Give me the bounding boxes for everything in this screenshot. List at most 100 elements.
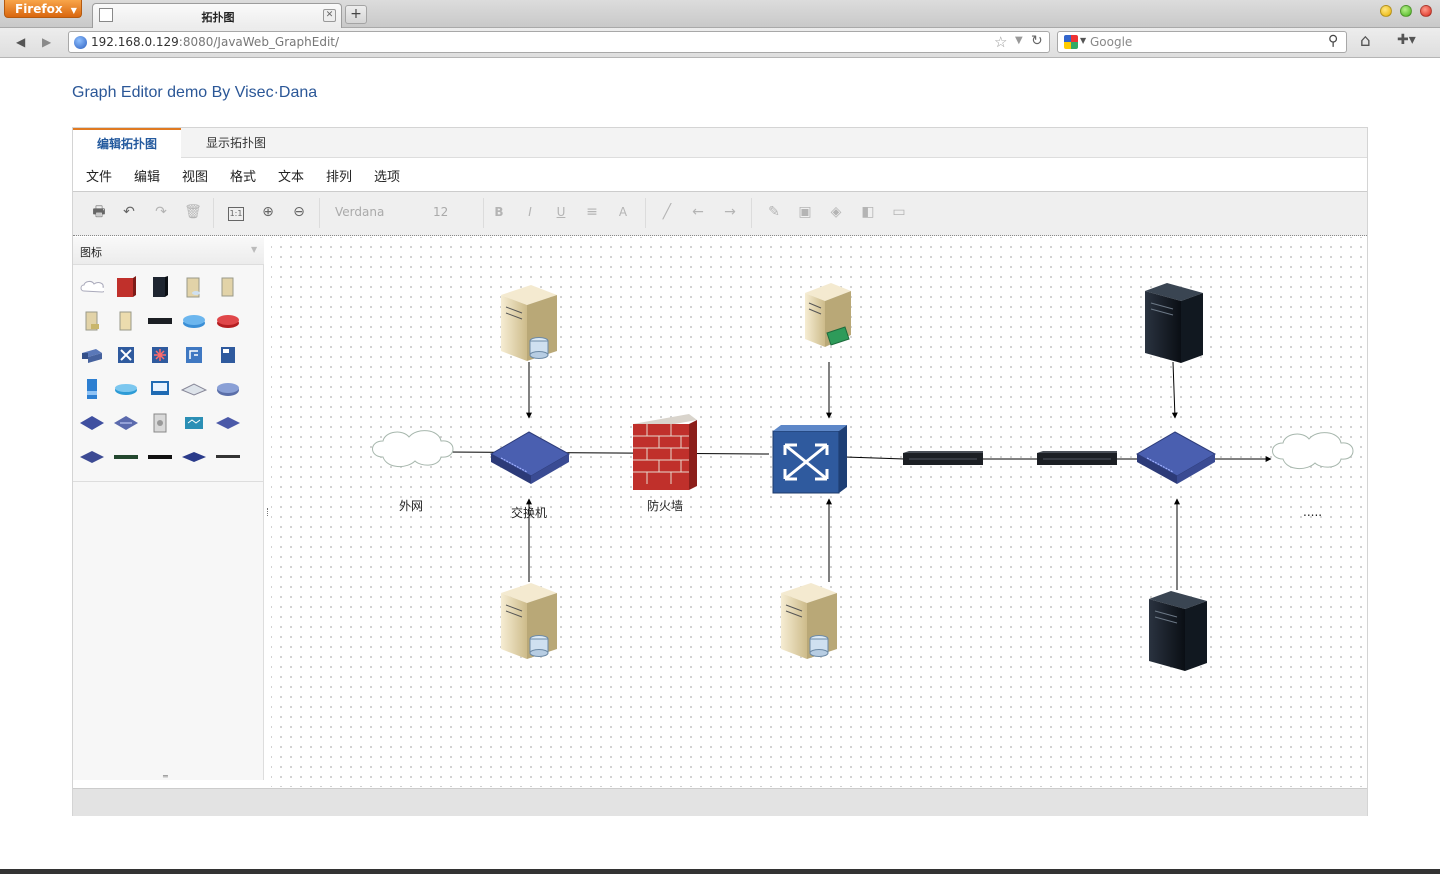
atm-switch-icon[interactable] xyxy=(112,341,140,369)
router-icon[interactable] xyxy=(180,307,208,335)
back-icon[interactable]: ◀ xyxy=(16,35,25,49)
red-router-icon[interactable] xyxy=(214,307,242,335)
diamond-hub-icon[interactable] xyxy=(112,409,140,437)
delete-icon[interactable]: 🗑 xyxy=(183,202,203,222)
database-server-icon[interactable] xyxy=(781,583,837,659)
tab-show-topology[interactable]: 显示拓扑图 xyxy=(181,128,291,158)
italic-button[interactable]: I xyxy=(520,202,540,222)
history-dropdown-icon[interactable]: ▼ xyxy=(1015,35,1023,46)
redo-icon[interactable]: ↷ xyxy=(151,202,171,222)
flat-switch-icon[interactable] xyxy=(180,375,208,403)
bridge-icon[interactable] xyxy=(214,341,242,369)
label-firewall[interactable]: 防火墙 xyxy=(647,497,683,514)
engine-dropdown-icon[interactable]: ▼ xyxy=(1080,36,1086,45)
web-server-icon[interactable] xyxy=(805,283,851,347)
google-engine-icon[interactable] xyxy=(1064,35,1078,49)
search-go-icon[interactable]: ⚲ xyxy=(1328,33,1338,49)
undo-icon[interactable]: ↶ xyxy=(119,202,139,222)
bookmark-star-icon[interactable]: ☆ xyxy=(994,33,1007,51)
internet-cloud-icon[interactable] xyxy=(372,430,454,467)
menu-view[interactable]: 视图 xyxy=(182,166,208,185)
thin-device-icon[interactable] xyxy=(214,443,242,471)
browser-tab[interactable]: 拓扑图 ✕ xyxy=(92,3,342,28)
home-icon[interactable]: ⌂ xyxy=(1360,31,1371,51)
search-bar[interactable]: ▼ Google ⚲ xyxy=(1057,31,1347,53)
server-icon[interactable] xyxy=(214,273,242,301)
firewall-icon[interactable] xyxy=(633,414,697,490)
actual-size-icon[interactable]: 1:1 xyxy=(225,202,247,222)
underline-button[interactable]: U xyxy=(551,202,571,222)
minimize-window-button[interactable] xyxy=(1380,5,1392,17)
splitter-grip-icon[interactable] xyxy=(267,508,269,516)
reload-icon[interactable]: ↻ xyxy=(1031,33,1043,49)
menu-file[interactable]: 文件 xyxy=(86,166,112,185)
font-color-button[interactable]: A xyxy=(613,202,633,222)
gradient-icon[interactable]: ◧ xyxy=(857,202,879,222)
menu-edit[interactable]: 编辑 xyxy=(134,166,160,185)
collapse-icon[interactable]: ▼ xyxy=(251,245,257,254)
small-router-icon[interactable] xyxy=(214,409,242,437)
switch-icon[interactable] xyxy=(1135,431,1217,484)
bold-button[interactable]: B xyxy=(489,202,509,222)
forward-icon[interactable]: ▶ xyxy=(42,35,51,49)
arrow-left-icon[interactable]: ← xyxy=(687,202,709,222)
site-identity-icon[interactable] xyxy=(74,36,87,49)
print-icon[interactable]: 🖶 xyxy=(89,202,109,222)
align-icon[interactable]: ≡ xyxy=(582,202,602,222)
menu-format[interactable]: 格式 xyxy=(230,166,256,185)
resize-grip-icon[interactable]: ═ xyxy=(163,772,168,781)
file-server-icon[interactable] xyxy=(112,307,140,335)
firefox-menu-button[interactable]: Firefox ▼ xyxy=(4,0,82,18)
firewall-icon[interactable] xyxy=(112,273,140,301)
layer3-switch-icon[interactable] xyxy=(78,341,106,369)
fill-color-icon[interactable]: ◈ xyxy=(825,202,847,222)
flat-device-icon[interactable] xyxy=(180,443,208,471)
tower-server-icon[interactable] xyxy=(1149,591,1207,671)
label-switch[interactable]: 交换机 xyxy=(511,504,547,521)
switch-icon[interactable] xyxy=(489,431,571,484)
close-window-button[interactable] xyxy=(1420,5,1432,17)
new-tab-button[interactable]: + xyxy=(345,5,367,24)
font-size-select[interactable]: 12 xyxy=(423,200,479,224)
wireless-router-icon[interactable] xyxy=(112,375,140,403)
edge-core-device1[interactable] xyxy=(844,456,906,460)
edge-tower1-switch2[interactable] xyxy=(1171,361,1178,419)
black-rack-icon[interactable] xyxy=(146,443,174,471)
sip-gateway-icon[interactable] xyxy=(180,409,208,437)
rack-device-icon[interactable] xyxy=(146,307,174,335)
green-rack-icon[interactable] xyxy=(112,443,140,471)
access-server-icon[interactable] xyxy=(78,375,106,403)
addons-icon[interactable]: ✚▾ xyxy=(1397,32,1416,48)
tower-server-icon[interactable] xyxy=(1145,283,1203,363)
rack-device-icon[interactable] xyxy=(1037,451,1117,465)
multilayer-switch-icon[interactable] xyxy=(146,341,174,369)
diamond-switch-icon[interactable] xyxy=(78,409,106,437)
diamond-device-icon[interactable] xyxy=(78,443,106,471)
straight-connector-icon[interactable]: ╱ xyxy=(656,202,678,222)
storage-icon[interactable] xyxy=(146,409,174,437)
maximize-window-button[interactable] xyxy=(1400,5,1412,17)
rack-device-icon[interactable] xyxy=(903,451,983,465)
cloud-icon[interactable] xyxy=(78,273,106,301)
remote-cloud-icon[interactable] xyxy=(1272,432,1354,469)
shadow-icon[interactable]: ▭ xyxy=(888,202,910,222)
diagram-canvas[interactable]: 外网 交换机 防火墙 ..... xyxy=(271,237,1367,787)
tab-edit-topology[interactable]: 编辑拓扑图 xyxy=(73,128,181,158)
label-more[interactable]: ..... xyxy=(1303,505,1322,519)
core-switch-icon[interactable] xyxy=(772,425,847,494)
database-server-icon[interactable] xyxy=(501,583,557,659)
menu-options[interactable]: 选项 xyxy=(374,166,400,185)
sidebar-header[interactable]: 图标 ▼ xyxy=(73,237,264,265)
menu-arrange[interactable]: 排列 xyxy=(326,166,352,185)
round-router-icon[interactable] xyxy=(214,375,242,403)
tower-server-icon[interactable] xyxy=(146,273,174,301)
line-color-icon[interactable]: ✎ xyxy=(763,202,785,222)
database-server-icon[interactable] xyxy=(180,273,208,301)
zoom-in-icon[interactable]: ⊕ xyxy=(257,202,279,222)
label-internet[interactable]: 外网 xyxy=(399,497,423,514)
hub-icon[interactable] xyxy=(180,341,208,369)
menu-text[interactable]: 文本 xyxy=(278,166,304,185)
font-family-select[interactable]: Verdana xyxy=(325,200,417,224)
close-tab-icon[interactable]: ✕ xyxy=(323,9,336,22)
address-bar[interactable]: 192.168.0.129:8080/JavaWeb_GraphEdit/ ☆ … xyxy=(68,31,1050,53)
